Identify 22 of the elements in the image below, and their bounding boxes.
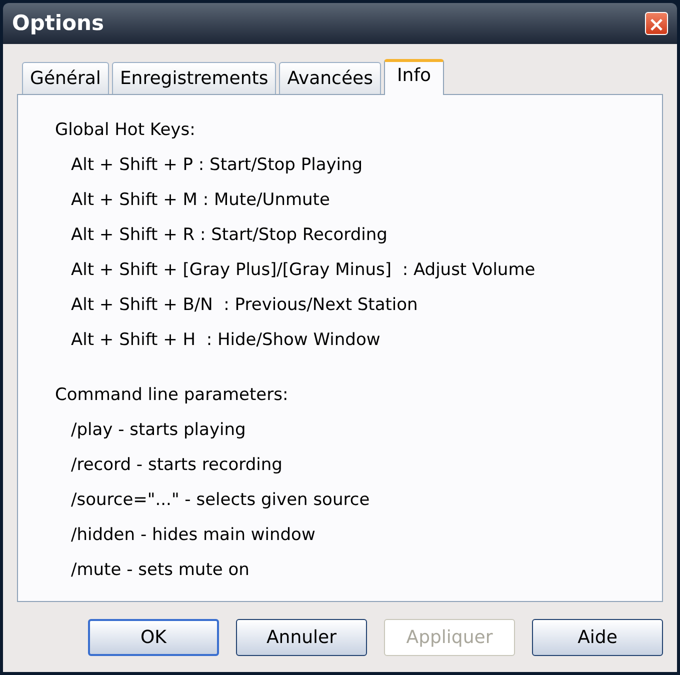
section-heading: Global Hot Keys: bbox=[55, 119, 196, 142]
tab[interactable]: Général bbox=[22, 62, 109, 94]
info-line: /hidden - hides main window bbox=[70, 524, 316, 547]
dialog-button[interactable]: Aide bbox=[532, 619, 663, 656]
window-title: Options bbox=[12, 10, 104, 37]
tab[interactable]: Info bbox=[384, 59, 444, 95]
info-line: Alt + Shift + [Gray Plus]/[Gray Minus] : Adjust Volume bbox=[70, 259, 536, 282]
tab[interactable]: Enregistrements bbox=[112, 62, 276, 94]
tab[interactable]: Avancées bbox=[279, 62, 381, 94]
info-line: Alt + Shift + B/N : Previous/Next Station bbox=[70, 294, 418, 317]
section-heading: Command line parameters: bbox=[55, 384, 290, 407]
info-line: /mute - sets mute on bbox=[70, 559, 250, 582]
info-line: Alt + Shift + P : Start/Stop Playing bbox=[70, 154, 363, 177]
info-line: /play - starts playing bbox=[70, 419, 246, 442]
info-line: Alt + Shift + M : Mute/Unmute bbox=[70, 189, 330, 212]
info-line: Alt + Shift + H : Hide/Show Window bbox=[70, 329, 380, 352]
info-line: Alt + Shift + R : Start/Stop Recording bbox=[70, 224, 388, 247]
dialog-button[interactable]: Annuler bbox=[236, 619, 367, 656]
info-line: /record - starts recording bbox=[70, 454, 282, 477]
dialog-button[interactable]: OK bbox=[88, 619, 219, 656]
info-line: /source="..." - selects given source bbox=[70, 489, 370, 512]
close-button[interactable]: × bbox=[645, 12, 668, 35]
